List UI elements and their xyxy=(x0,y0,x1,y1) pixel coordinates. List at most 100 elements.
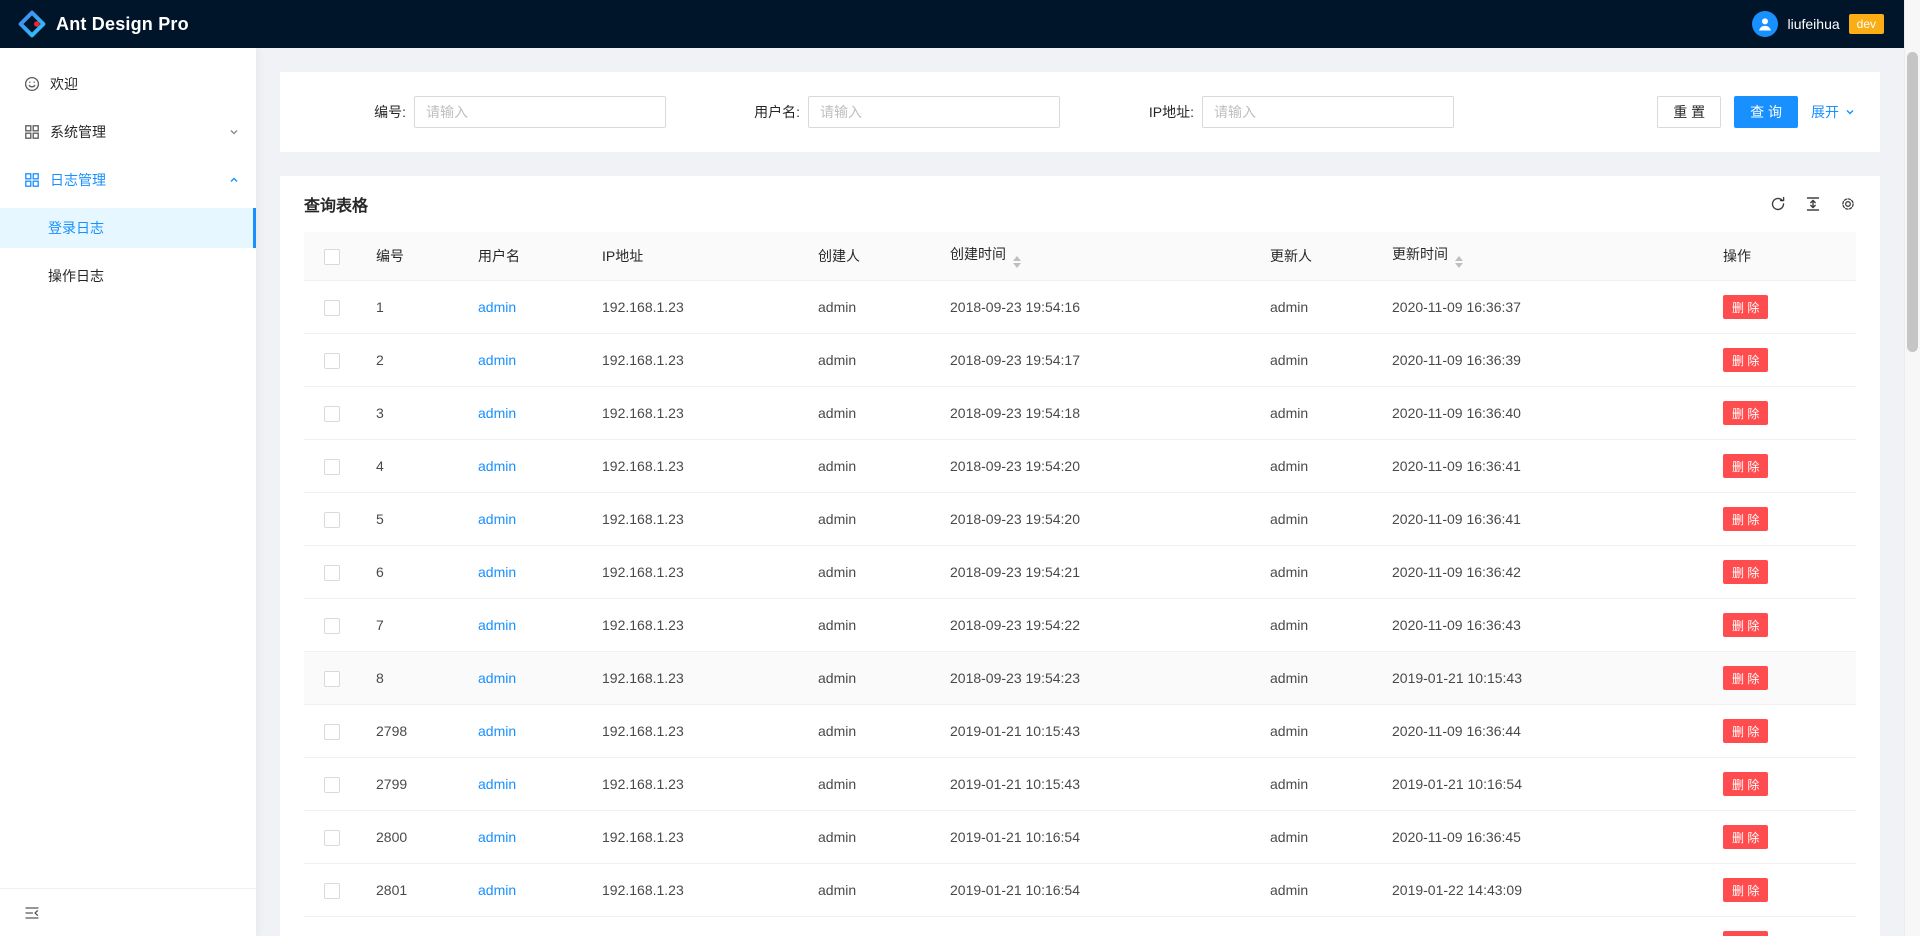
sidebar-item-operation-log[interactable]: 操作日志 xyxy=(0,256,256,296)
sidebar-item-label: 登录日志 xyxy=(48,218,104,238)
column-header: 编号 xyxy=(360,232,462,281)
column-header[interactable]: 创建时间 xyxy=(934,232,1254,281)
sort-carets-icon[interactable] xyxy=(1013,256,1021,268)
row-checkbox[interactable] xyxy=(324,565,340,581)
page-scrollbar[interactable] xyxy=(1904,0,1920,936)
cell-creator: admin xyxy=(802,917,934,936)
cell-updater: admin xyxy=(1254,281,1376,334)
column-header[interactable]: 更新时间 xyxy=(1376,232,1707,281)
delete-button[interactable]: 删 除 xyxy=(1723,666,1768,690)
cell-creator: admin xyxy=(802,864,934,917)
sidebar-collapse-trigger[interactable] xyxy=(0,888,256,936)
username-link[interactable]: admin xyxy=(478,776,516,792)
username-link[interactable]: admin xyxy=(478,670,516,686)
expand-link[interactable]: 展开 xyxy=(1811,102,1856,122)
cell-updated-at: 2020-11-09 16:36:43 xyxy=(1376,599,1707,652)
delete-button[interactable]: 删 除 xyxy=(1723,401,1768,425)
cell-creator: admin xyxy=(802,493,934,546)
sidebar-menu: 欢迎 系统管理 日志管理 xyxy=(0,48,256,888)
username-link[interactable]: admin xyxy=(478,564,516,580)
filter-input[interactable] xyxy=(414,96,666,128)
delete-button[interactable]: 删 除 xyxy=(1723,348,1768,372)
row-checkbox[interactable] xyxy=(324,512,340,528)
delete-button[interactable]: 删 除 xyxy=(1723,507,1768,531)
cell-creator: admin xyxy=(802,281,934,334)
row-checkbox[interactable] xyxy=(324,777,340,793)
cell-id: 7 xyxy=(360,599,462,652)
select-all-header xyxy=(304,232,360,281)
search-button[interactable]: 查 询 xyxy=(1734,96,1798,128)
cell-created-at: 2018-09-23 19:54:18 xyxy=(934,387,1254,440)
cell-updater: admin xyxy=(1254,652,1376,705)
delete-button[interactable]: 删 除 xyxy=(1723,454,1768,478)
cell-created-at: 2019-01-21 10:16:54 xyxy=(934,864,1254,917)
delete-button[interactable]: 删 除 xyxy=(1723,719,1768,743)
sidebar-item-label: 日志管理 xyxy=(50,170,106,190)
username-link[interactable]: admin xyxy=(478,352,516,368)
app-logo[interactable]: Ant Design Pro xyxy=(18,10,189,38)
filter-card: 编号:用户名:IP地址: 重 置 查 询 展开 xyxy=(280,72,1880,152)
table-row: 8admin192.168.1.23admin2018-09-23 19:54:… xyxy=(304,652,1856,705)
table-row: 2admin192.168.1.23admin2018-09-23 19:54:… xyxy=(304,334,1856,387)
delete-button[interactable]: 删 除 xyxy=(1723,772,1768,796)
cell-creator: admin xyxy=(802,599,934,652)
cell-updated-at: 2020-11-09 16:36:42 xyxy=(1376,546,1707,599)
filter-field-label: IP地址: xyxy=(1092,102,1202,122)
cell-creator: admin xyxy=(802,546,934,599)
delete-button[interactable]: 删 除 xyxy=(1723,878,1768,902)
select-all-checkbox[interactable] xyxy=(324,249,340,265)
username-link[interactable]: admin xyxy=(478,405,516,421)
row-checkbox[interactable] xyxy=(324,459,340,475)
row-checkbox[interactable] xyxy=(324,406,340,422)
row-checkbox[interactable] xyxy=(324,671,340,687)
username-link[interactable]: admin xyxy=(478,617,516,633)
row-checkbox[interactable] xyxy=(324,353,340,369)
user-menu[interactable]: liufeihua dev xyxy=(1752,11,1884,37)
row-checkbox[interactable] xyxy=(324,830,340,846)
row-checkbox[interactable] xyxy=(324,618,340,634)
cell-updated-at: 2020-11-09 16:36:45 xyxy=(1376,811,1707,864)
username-link[interactable]: admin xyxy=(478,299,516,315)
sidebar-item-login-log[interactable]: 登录日志 xyxy=(0,208,256,248)
delete-button[interactable]: 删 除 xyxy=(1723,613,1768,637)
cell-created-at: 2018-09-23 19:54:16 xyxy=(934,281,1254,334)
scrollbar-thumb[interactable] xyxy=(1907,52,1918,352)
filter-input[interactable] xyxy=(1202,96,1454,128)
username-link[interactable]: admin xyxy=(478,458,516,474)
cell-creator: admin xyxy=(802,652,934,705)
cell-ip: 192.168.1.23 xyxy=(586,758,802,811)
user-avatar[interactable] xyxy=(1752,11,1778,37)
cell-updater: admin xyxy=(1254,599,1376,652)
row-checkbox[interactable] xyxy=(324,724,340,740)
sort-carets-icon[interactable] xyxy=(1455,256,1463,268)
delete-button[interactable]: 删 除 xyxy=(1723,560,1768,584)
sidebar-item-system-management[interactable]: 系统管理 xyxy=(0,112,256,152)
row-checkbox[interactable] xyxy=(324,300,340,316)
reset-button[interactable]: 重 置 xyxy=(1657,96,1721,128)
filter-field: 编号: xyxy=(304,96,666,128)
sidebar-item-welcome[interactable]: 欢迎 xyxy=(0,64,256,104)
cell-updated-at: 2019-01-22 14:43:09 xyxy=(1376,864,1707,917)
reload-icon[interactable] xyxy=(1770,196,1786,212)
filter-input[interactable] xyxy=(808,96,1060,128)
delete-button[interactable]: 删 除 xyxy=(1723,295,1768,319)
app-header: Ant Design Pro liufeihua dev xyxy=(0,0,1904,48)
username-link[interactable]: admin xyxy=(478,723,516,739)
username-link[interactable]: admin xyxy=(478,511,516,527)
sidebar-item-log-management[interactable]: 日志管理 xyxy=(0,160,256,200)
filter-field-label: 编号: xyxy=(304,102,414,122)
table-row: 1admin192.168.1.23admin2018-09-23 19:54:… xyxy=(304,281,1856,334)
username-link[interactable]: admin xyxy=(478,829,516,845)
toolbar-icons xyxy=(1770,196,1856,212)
delete-button[interactable]: 删 除 xyxy=(1723,931,1768,936)
row-checkbox[interactable] xyxy=(324,883,340,899)
settings-gear-icon[interactable] xyxy=(1840,196,1856,212)
density-icon[interactable] xyxy=(1805,196,1821,212)
cell-updater: admin xyxy=(1254,758,1376,811)
delete-button[interactable]: 删 除 xyxy=(1723,825,1768,849)
cell-updater: admin xyxy=(1254,493,1376,546)
cell-updated-at: 2020-11-09 16:36:37 xyxy=(1376,281,1707,334)
appstore-icon xyxy=(24,124,40,140)
cell-updater: admin xyxy=(1254,440,1376,493)
username-link[interactable]: admin xyxy=(478,882,516,898)
